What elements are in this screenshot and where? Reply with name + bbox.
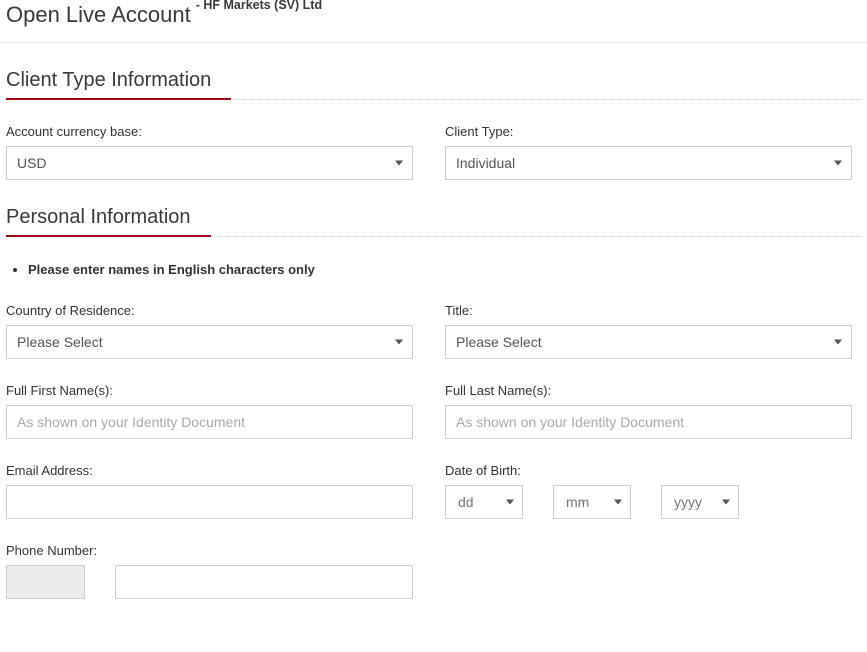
note-item: Please enter names in English characters… bbox=[28, 261, 861, 279]
chevron-down-icon bbox=[395, 339, 403, 345]
select-dob-day[interactable]: dd bbox=[445, 485, 523, 519]
page-header: Open Live Account - HF Markets (SV) Ltd bbox=[0, 0, 867, 43]
section-personal-information: Personal Information Please enter names … bbox=[6, 204, 861, 599]
select-client-type[interactable]: Individual bbox=[445, 146, 852, 180]
column-right: Date of Birth: dd mm yyyy bbox=[445, 463, 867, 519]
chevron-down-icon bbox=[834, 160, 842, 166]
select-country-of-residence-value: Please Select bbox=[17, 334, 103, 350]
column-left: Country of Residence: Please Select bbox=[6, 303, 445, 359]
row-client-type: Account currency base: USD Client Type: … bbox=[6, 124, 861, 180]
field-phone-number: Phone Number: bbox=[6, 543, 445, 599]
section-title-personal: Personal Information bbox=[6, 206, 191, 228]
label-email-address: Email Address: bbox=[6, 463, 93, 478]
section-divider-accent bbox=[6, 235, 211, 237]
section-header-personal: Personal Information bbox=[6, 204, 861, 237]
field-account-currency-base: Account currency base: USD bbox=[6, 124, 445, 180]
select-dob-month[interactable]: mm bbox=[553, 485, 631, 519]
label-phone-number: Phone Number: bbox=[6, 543, 98, 558]
row-email-dob: Email Address: Date of Birth: dd mm yyyy bbox=[6, 463, 861, 519]
select-dob-year-value: yyyy bbox=[674, 494, 702, 510]
form-content: Client Type Information Account currency… bbox=[0, 43, 867, 599]
select-country-of-residence[interactable]: Please Select bbox=[6, 325, 413, 359]
chevron-down-icon bbox=[506, 499, 514, 505]
chevron-down-icon bbox=[614, 499, 622, 505]
chevron-down-icon bbox=[395, 160, 403, 166]
label-first-name: Full First Name(s): bbox=[6, 383, 113, 398]
select-dob-month-value: mm bbox=[566, 494, 590, 510]
field-first-name: Full First Name(s): bbox=[6, 383, 445, 439]
chevron-down-icon bbox=[722, 499, 730, 505]
last-name-input[interactable] bbox=[445, 405, 852, 439]
email-input[interactable] bbox=[6, 485, 413, 519]
row-country-title: Country of Residence: Please Select Titl… bbox=[6, 303, 861, 359]
label-title: Title: bbox=[445, 303, 473, 318]
field-client-type: Client Type: Individual bbox=[445, 124, 867, 180]
page-title: Open Live Account bbox=[6, 2, 191, 27]
column-left: Full First Name(s): bbox=[6, 383, 445, 439]
section-divider-accent bbox=[6, 98, 231, 100]
section-client-type-information: Client Type Information Account currency… bbox=[6, 67, 861, 180]
select-dob-day-value: dd bbox=[458, 494, 474, 510]
row-names: Full First Name(s): Full Last Name(s): bbox=[6, 383, 861, 439]
label-account-currency-base: Account currency base: bbox=[6, 124, 142, 139]
section-title-client-type: Client Type Information bbox=[6, 69, 212, 91]
field-email-address: Email Address: bbox=[6, 463, 445, 519]
date-of-birth-group: dd mm yyyy bbox=[445, 485, 867, 519]
field-date-of-birth: Date of Birth: dd mm yyyy bbox=[445, 463, 867, 519]
select-client-type-value: Individual bbox=[456, 155, 516, 171]
column-right: Title: Please Select bbox=[445, 303, 867, 359]
column-right: Client Type: Individual bbox=[445, 124, 867, 180]
label-last-name: Full Last Name(s): bbox=[445, 383, 552, 398]
section-header-client-type: Client Type Information bbox=[6, 67, 861, 100]
page-title-suffix: - HF Markets (SV) Ltd bbox=[195, 0, 323, 12]
phone-number-group bbox=[6, 565, 445, 599]
field-last-name: Full Last Name(s): bbox=[445, 383, 867, 439]
column-right: Full Last Name(s): bbox=[445, 383, 867, 439]
column-left: Email Address: bbox=[6, 463, 445, 519]
select-title-value: Please Select bbox=[456, 334, 542, 350]
column-right bbox=[445, 543, 867, 599]
phone-country-code-box bbox=[6, 565, 85, 599]
select-account-currency-base-value: USD bbox=[17, 155, 47, 171]
label-client-type: Client Type: bbox=[445, 124, 514, 139]
label-date-of-birth: Date of Birth: bbox=[445, 463, 521, 478]
first-name-input[interactable] bbox=[6, 405, 413, 439]
field-title: Title: Please Select bbox=[445, 303, 867, 359]
select-title[interactable]: Please Select bbox=[445, 325, 852, 359]
select-account-currency-base[interactable]: USD bbox=[6, 146, 413, 180]
column-left: Phone Number: bbox=[6, 543, 445, 599]
phone-number-input[interactable] bbox=[115, 565, 413, 599]
row-phone: Phone Number: bbox=[6, 543, 861, 599]
select-dob-year[interactable]: yyyy bbox=[661, 485, 739, 519]
notes-list: Please enter names in English characters… bbox=[6, 261, 861, 279]
field-country-of-residence: Country of Residence: Please Select bbox=[6, 303, 445, 359]
chevron-down-icon bbox=[834, 339, 842, 345]
label-country-of-residence: Country of Residence: bbox=[6, 303, 135, 318]
column-left: Account currency base: USD bbox=[6, 124, 445, 180]
